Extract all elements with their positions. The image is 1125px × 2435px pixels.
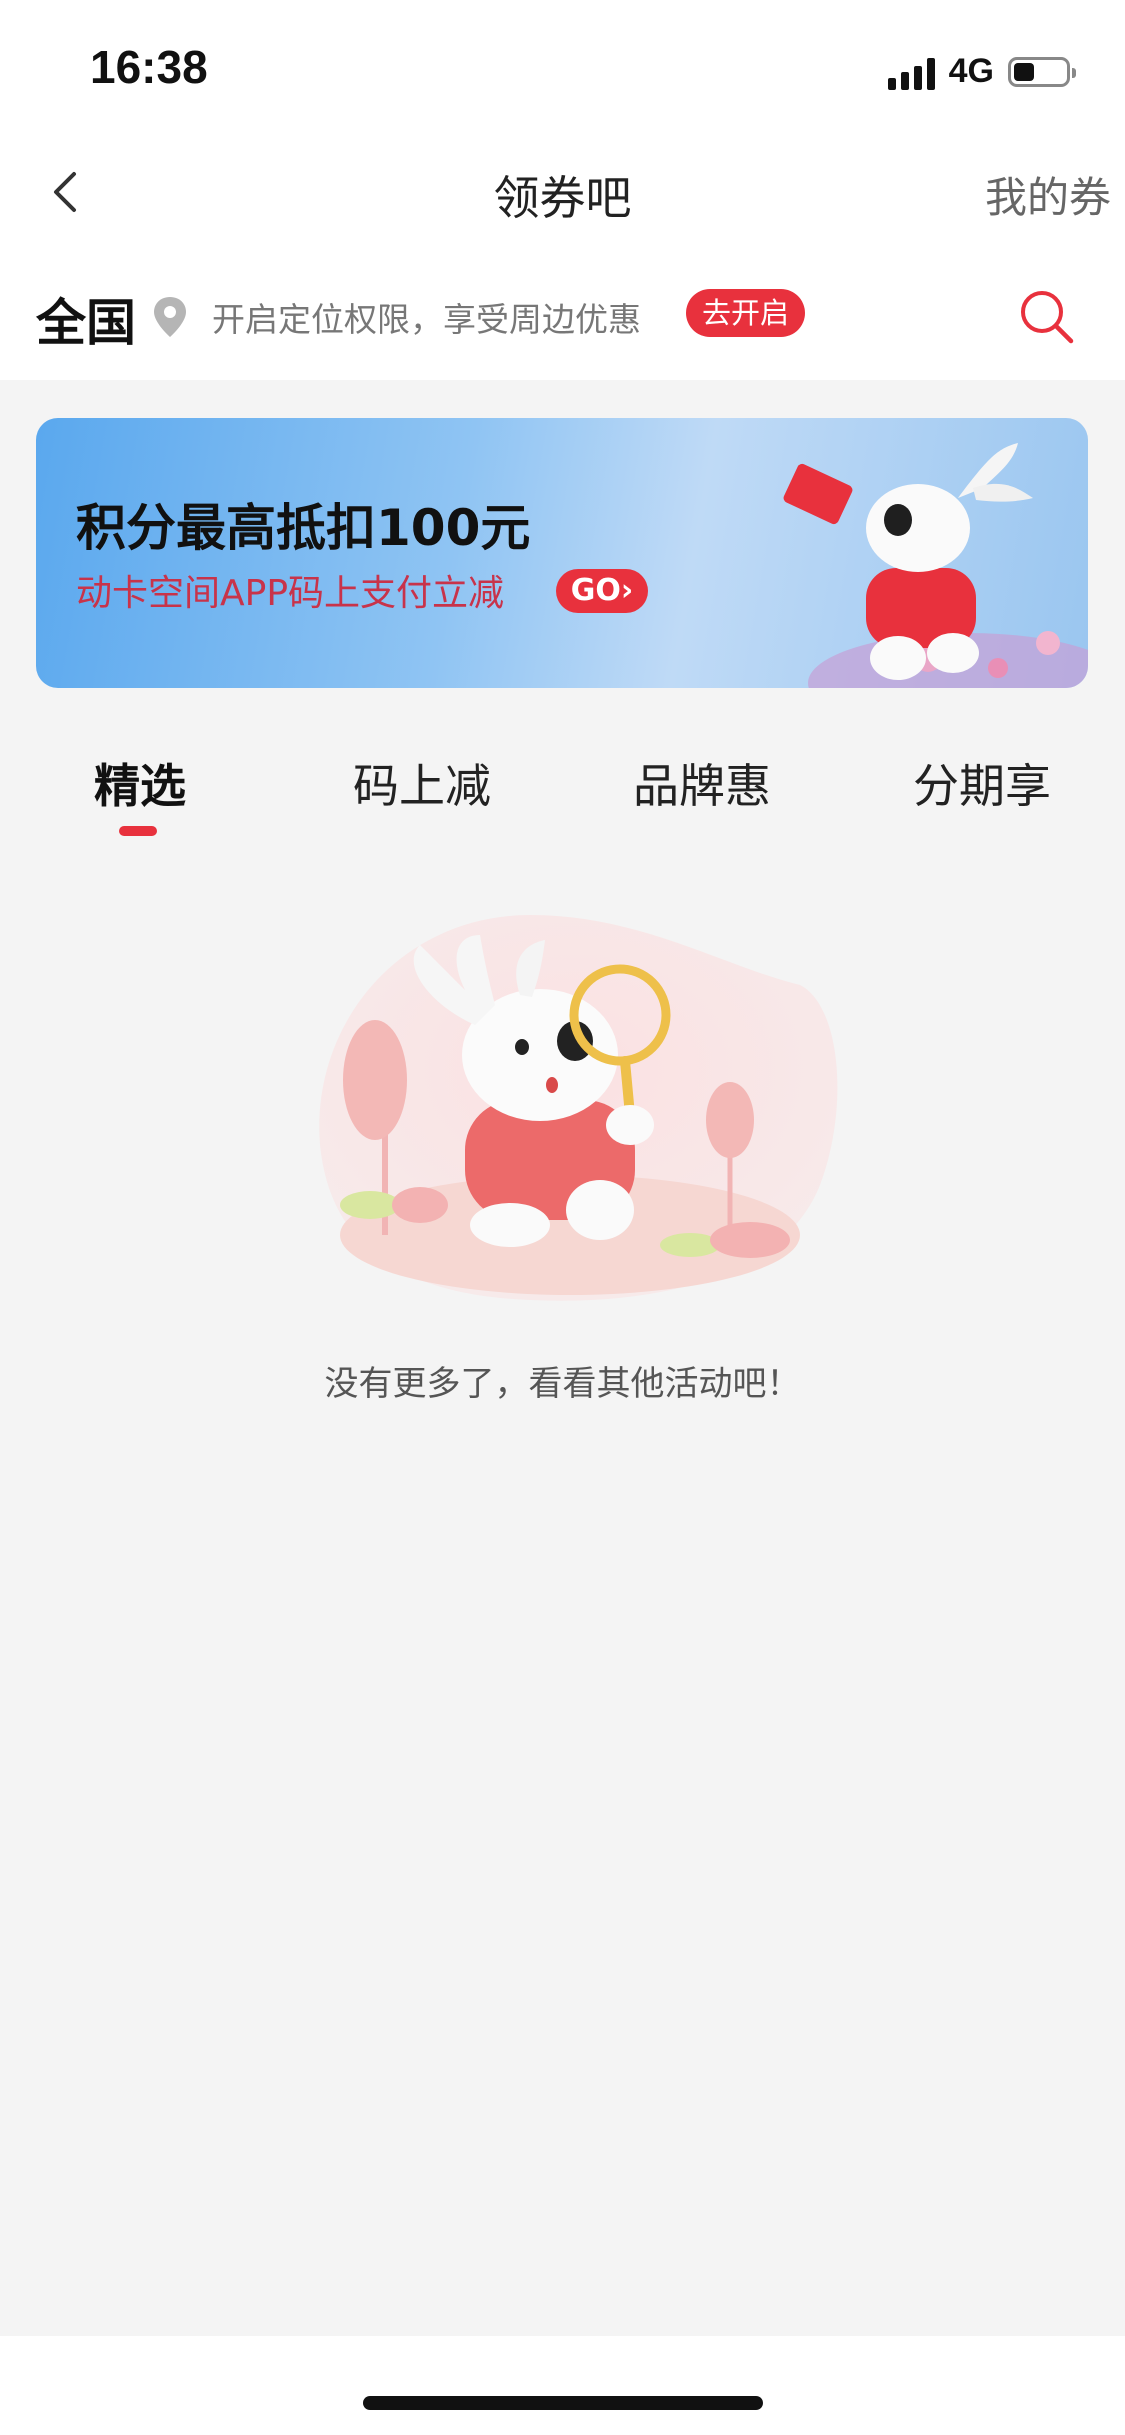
battery-icon [1008, 56, 1076, 87]
my-coupons-link[interactable]: 我的券 [985, 164, 1111, 225]
location-tip: 开启定位权限，享受周边优惠 [212, 300, 641, 339]
banner-subtitle: 动卡空间APP码上支付立减 [76, 573, 505, 614]
location-pin-icon [154, 297, 186, 337]
tab-installment[interactable]: 分期享 [872, 750, 1092, 816]
category-tabs: 精选 码上减 品牌惠 分期享 [0, 740, 1125, 840]
enable-location-button[interactable]: 去开启 [686, 289, 806, 337]
bottom-safe-area [0, 2336, 1125, 2435]
status-indicators: 4G [887, 52, 1076, 91]
empty-state-message: 没有更多了，看看其他活动吧！ [324, 1364, 801, 1404]
active-tab-indicator [119, 826, 157, 836]
nav-bar: 领券吧 我的券 [0, 140, 1125, 245]
battery-level [1014, 62, 1034, 81]
tab-scan-discount[interactable]: 码上减 [312, 750, 532, 816]
mascot-illustration [783, 443, 1088, 688]
signal-icon [887, 54, 935, 90]
banner-title: 积分最高抵扣100元 [76, 499, 531, 557]
empty-state-illustration [319, 915, 838, 1301]
go-button[interactable]: GO› [556, 569, 648, 613]
location-bar: 全国 开启定位权限，享受周边优惠 去开启 [0, 245, 1125, 380]
status-time: 16:38 [90, 41, 208, 93]
tab-featured[interactable]: 精选 [30, 750, 250, 816]
page-title: 领券吧 [493, 171, 632, 225]
status-bar: 16:38 4G [0, 0, 1125, 140]
home-indicator[interactable] [363, 2396, 763, 2410]
tab-brand-deals[interactable]: 品牌惠 [592, 750, 812, 816]
promo-banner[interactable]: 积分最高抵扣100元 动卡空间APP码上支付立减 GO› [36, 418, 1088, 688]
search-icon[interactable] [1017, 287, 1075, 345]
network-type: 4G [948, 52, 994, 90]
region-selector[interactable]: 全国 [36, 283, 136, 355]
